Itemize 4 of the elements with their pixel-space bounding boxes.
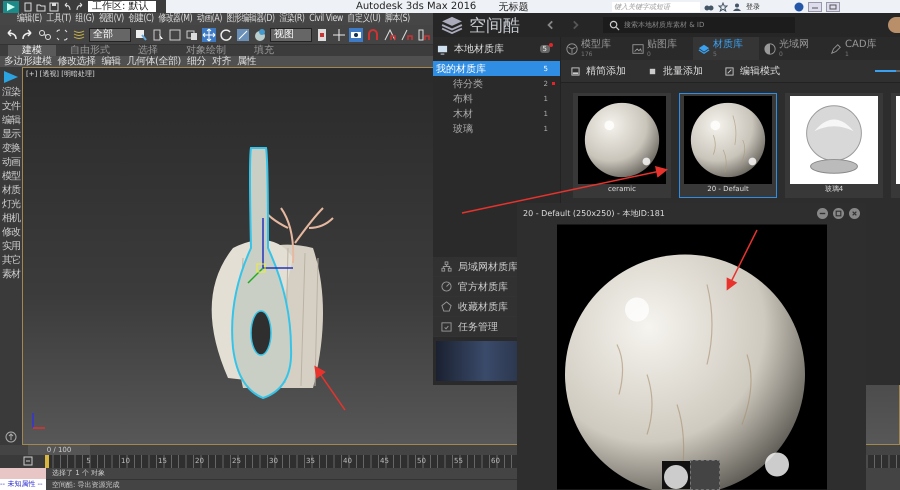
brand-name: 空间酷 [469, 14, 521, 36]
app-title: Autodesk 3ds Max 2016 [356, 1, 476, 12]
document-title: 无标题 [498, 0, 528, 14]
preview-title: 20 - Default (250x250) - 本地ID:181 [523, 208, 665, 219]
